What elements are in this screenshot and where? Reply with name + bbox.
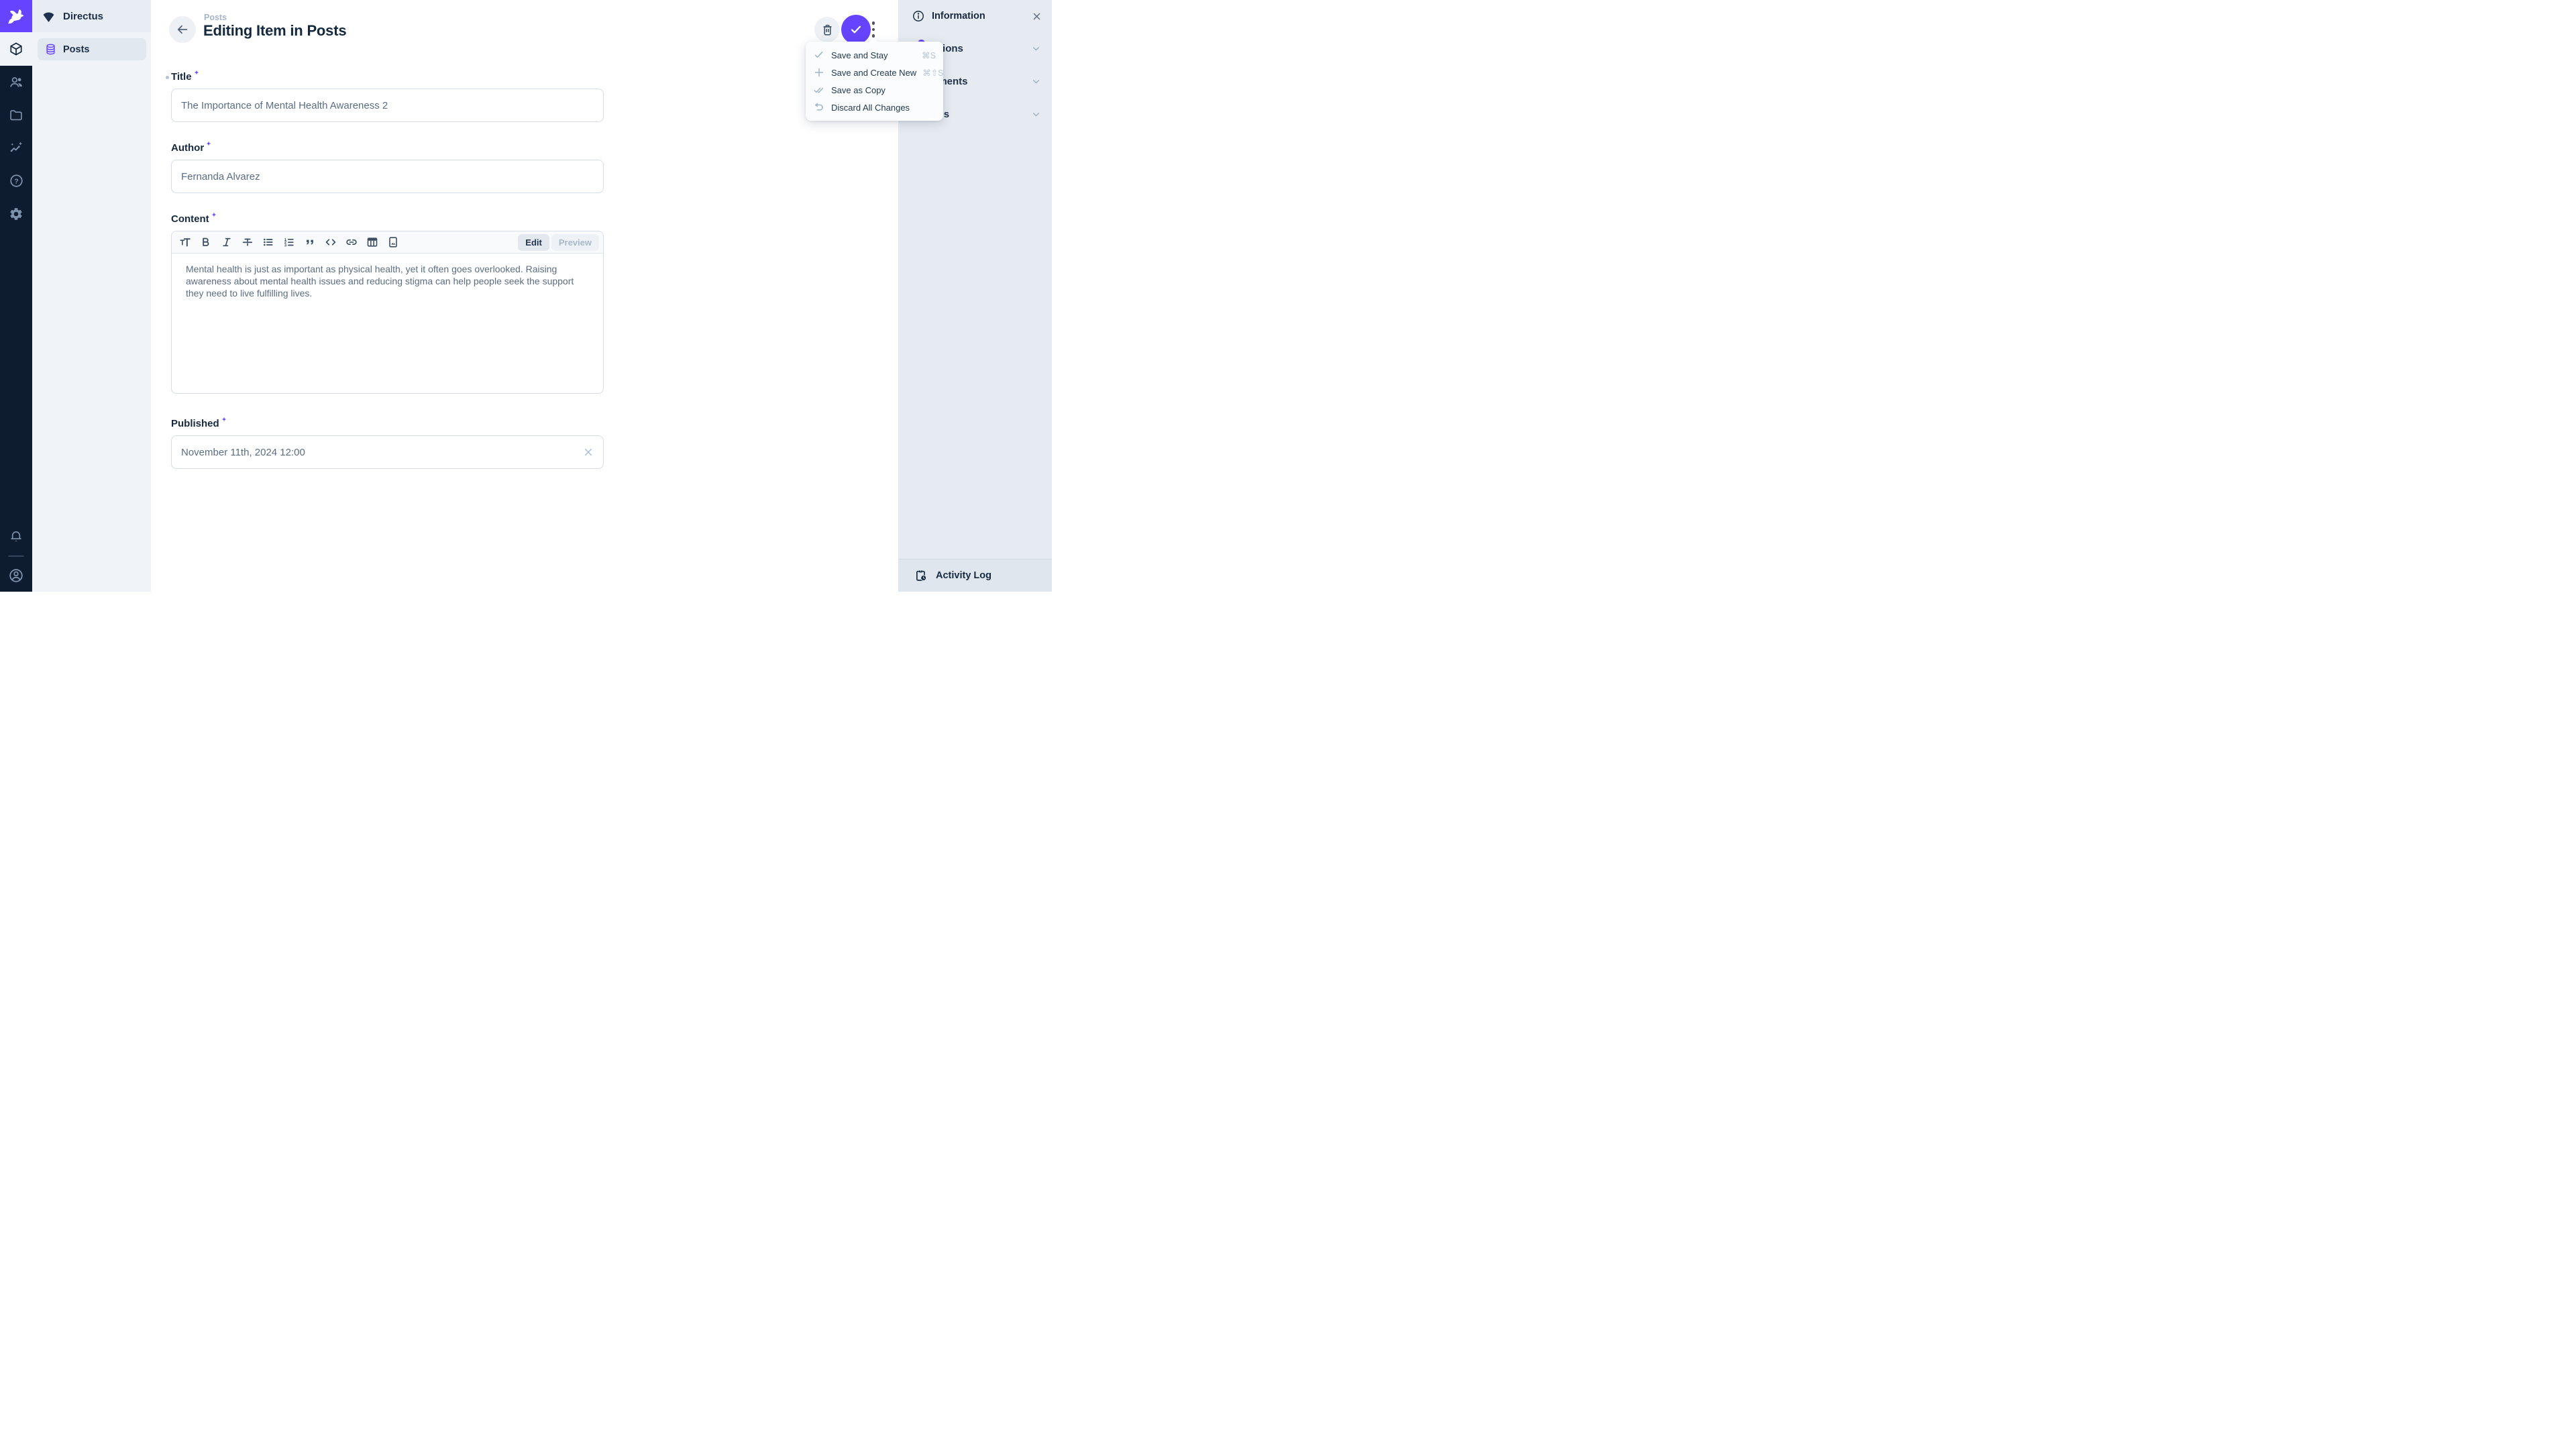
double-check-icon — [813, 84, 825, 96]
shortcut-label: ⌘S — [922, 50, 936, 60]
files-module-folder-icon — [9, 108, 23, 123]
title-field-label: Title — [171, 71, 604, 83]
author-field-label: Author — [171, 142, 604, 154]
required-star-icon — [206, 141, 211, 146]
table-icon[interactable] — [366, 235, 379, 249]
database-icon — [44, 43, 57, 56]
plus-icon — [813, 66, 825, 78]
close-x-icon[interactable] — [1031, 11, 1042, 22]
italic-icon[interactable] — [220, 235, 233, 249]
arrow-left-icon — [175, 22, 190, 37]
svg-text:3: 3 — [284, 244, 287, 248]
required-star-icon — [194, 70, 199, 75]
help-module-icon: ? — [9, 173, 24, 189]
content-module-cube-icon — [9, 42, 23, 56]
save-options-menu: Save and Stay ⌘S Save and Create New ⌘⇧S… — [806, 42, 943, 121]
info-icon — [912, 9, 925, 23]
module-bar: ? — [0, 0, 32, 592]
page-title: Editing Item in Posts — [203, 22, 346, 40]
account-button[interactable] — [0, 559, 32, 592]
content-field-label: Content — [171, 213, 604, 225]
bold-icon[interactable] — [199, 235, 213, 249]
module-users[interactable] — [0, 66, 32, 99]
code-icon[interactable] — [324, 235, 337, 249]
menu-item-discard-all-changes[interactable]: Discard All Changes — [806, 99, 943, 116]
module-insights[interactable] — [0, 131, 32, 164]
check-icon — [849, 22, 863, 37]
breadcrumb[interactable]: Posts — [204, 13, 227, 22]
module-content[interactable] — [0, 32, 32, 66]
sidebar-item-label: Posts — [63, 44, 90, 55]
tab-preview[interactable]: Preview — [551, 234, 599, 251]
trash-icon — [820, 23, 835, 37]
project-name: Directus — [63, 11, 103, 22]
author-input[interactable]: Fernanda Alvarez — [171, 160, 604, 193]
check-icon — [813, 49, 825, 61]
sidebar-item-posts[interactable]: Posts — [38, 38, 146, 60]
navigation-sidebar: Directus Posts — [32, 0, 151, 592]
clear-x-icon[interactable] — [583, 447, 594, 458]
chevron-down-icon — [1030, 76, 1042, 87]
module-settings[interactable] — [0, 197, 32, 230]
numbered-list-icon[interactable]: 123 — [282, 235, 296, 249]
back-button[interactable] — [169, 16, 196, 43]
content-editor: 123 Edit Preview Mental health is just a… — [171, 231, 604, 394]
undo-icon — [813, 101, 825, 113]
sidebar-title: Information — [932, 11, 985, 21]
more-vertical-icon — [872, 21, 875, 38]
clipboard-clock-icon — [914, 569, 928, 582]
info-sidebar-header: Information — [898, 0, 1052, 32]
settings-gear-icon — [9, 207, 23, 221]
project-header[interactable]: Directus — [32, 0, 151, 32]
published-input[interactable]: November 11th, 2024 12:00 — [171, 435, 604, 469]
chevron-down-icon — [1030, 43, 1042, 54]
directus-rabbit-logo — [6, 6, 26, 26]
blockquote-icon[interactable] — [303, 235, 317, 249]
title-input[interactable]: The Importance of Mental Health Awarenes… — [171, 89, 604, 122]
editor-toolbar: 123 Edit Preview — [172, 231, 603, 254]
item-form: Title The Importance of Mental Health Aw… — [171, 71, 604, 469]
chevron-down-icon — [1030, 109, 1042, 120]
main-content: Posts Editing Item in Posts Title — [151, 0, 898, 592]
content-textarea[interactable]: Mental health is just as important as ph… — [172, 254, 603, 393]
activity-log-button[interactable]: Activity Log — [898, 559, 1052, 592]
text-size-icon[interactable] — [178, 235, 192, 249]
module-help[interactable]: ? — [0, 164, 32, 197]
menu-item-save-and-stay[interactable]: Save and Stay ⌘S — [806, 46, 943, 64]
bulleted-list-icon[interactable] — [262, 235, 275, 249]
directus-logo-button[interactable] — [0, 0, 32, 32]
delete-button[interactable] — [814, 17, 840, 42]
menu-item-save-as-copy[interactable]: Save as Copy — [806, 81, 943, 99]
save-button[interactable] — [841, 15, 871, 44]
fan-icon — [42, 9, 56, 23]
account-avatar-icon — [8, 568, 24, 584]
tab-edit[interactable]: Edit — [518, 234, 549, 251]
strikethrough-icon[interactable] — [241, 235, 254, 249]
activity-log-label: Activity Log — [936, 570, 991, 581]
field-edited-dot — [166, 76, 169, 79]
notifications-button[interactable] — [0, 520, 32, 553]
menu-item-save-and-create-new[interactable]: Save and Create New ⌘⇧S — [806, 64, 943, 81]
notifications-bell-icon — [9, 529, 23, 544]
module-bar-divider — [8, 555, 24, 557]
svg-text:?: ? — [14, 177, 18, 185]
insights-module-icon — [9, 140, 24, 156]
image-icon[interactable] — [386, 235, 400, 249]
users-module-icon — [9, 74, 24, 90]
directus-app: ? Directus — [0, 0, 1052, 592]
published-field-label: Published — [171, 418, 604, 429]
link-icon[interactable] — [345, 235, 358, 249]
module-files[interactable] — [0, 99, 32, 131]
shortcut-label: ⌘⇧S — [922, 68, 943, 78]
required-star-icon — [221, 417, 227, 422]
required-star-icon — [211, 212, 217, 217]
